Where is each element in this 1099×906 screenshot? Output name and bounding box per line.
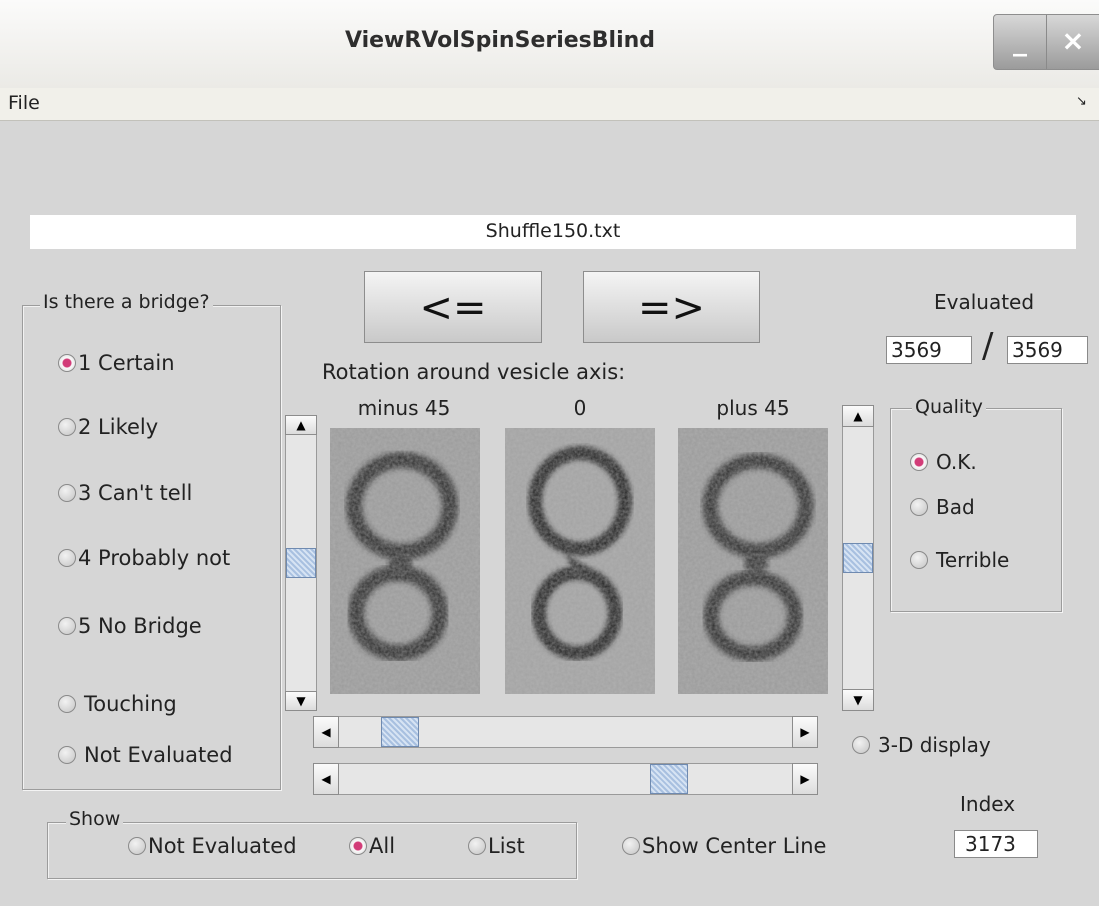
radio-icon [58,418,76,436]
radio-icon [910,551,928,569]
radio-selected-icon [349,837,367,855]
radio-icon [58,695,76,713]
window-controls: _ × [993,14,1099,70]
evaluated-count-field[interactable]: 3569 [886,336,972,364]
show-center-line-toggle[interactable]: Show Center Line [622,834,826,858]
radio-icon [58,617,76,635]
index-field[interactable]: 3173 [954,830,1038,858]
bridge-option-certain[interactable]: 1 Certain [58,351,175,375]
scroll-left-arrow-icon[interactable]: ◀ [313,716,339,748]
bridge-option-cant-tell[interactable]: 3 Can't tell [58,481,192,505]
rotation-caption: Rotation around vesicle axis: [322,360,626,384]
right-scroll-thumb[interactable] [843,543,873,573]
view-label-0: 0 [573,396,587,420]
show-option-all[interactable]: All [349,834,395,858]
quality-option-ok[interactable]: O.K. [910,450,977,474]
radio-icon [128,837,146,855]
bridge-option-no-bridge[interactable]: 5 No Bridge [58,614,202,638]
minimize-button[interactable]: _ [994,15,1047,69]
show-legend: Show [66,808,124,830]
menu-file[interactable]: File [8,92,40,114]
show-option-list[interactable]: List [468,834,525,858]
vesicle-image-minus45 [330,428,480,694]
menu-corner-icon: ↘ [1076,94,1087,109]
index-label: Index [960,792,1016,816]
display-3d-toggle[interactable]: 3-D display [852,733,991,757]
radio-icon [910,498,928,516]
vesicle-image-plus45 [678,428,828,694]
image-minus45 [330,428,480,694]
bridge-legend: Is there a bridge? [40,291,213,313]
evaluated-total-field[interactable]: 3569 [1007,336,1088,364]
horizontal-thumb-bottom[interactable] [650,764,689,794]
scroll-left-arrow-icon[interactable]: ◀ [313,763,339,795]
bridge-option-probably-not[interactable]: 4 Probably not [58,546,230,570]
evaluated-label: Evaluated [934,290,1035,314]
horizontal-thumb-top[interactable] [380,717,419,747]
quality-option-bad[interactable]: Bad [910,495,975,519]
quality-option-terrible[interactable]: Terrible [910,548,1009,572]
view-label-minus45: minus 45 [357,396,451,420]
evaluated-separator: / [982,326,994,366]
horizontal-scrollbar-bottom[interactable] [313,763,818,795]
scroll-right-arrow-icon[interactable]: ▶ [792,763,818,795]
radio-icon [622,837,640,855]
next-button[interactable]: => [583,271,760,343]
scroll-down-arrow-icon[interactable]: ▼ [842,689,874,711]
radio-icon [58,549,76,567]
image-plus45 [678,428,828,694]
left-scroll-thumb[interactable] [286,548,316,578]
scroll-down-arrow-icon[interactable]: ▼ [285,691,317,711]
title-bar: ViewRVolSpinSeriesBlind _ × [0,0,1099,89]
radio-selected-icon [58,354,76,372]
radio-icon [58,484,76,502]
show-option-not-evaluated[interactable]: Not Evaluated [128,834,297,858]
close-button[interactable]: × [1047,15,1099,69]
menu-bar: File ↘ [0,88,1099,121]
vesicle-image-0 [505,428,655,694]
radio-icon [852,736,870,754]
window-title: ViewRVolSpinSeriesBlind [344,28,656,53]
radio-icon [58,746,76,764]
bridge-option-touching[interactable]: Touching [58,692,177,716]
scroll-up-arrow-icon[interactable]: ▲ [842,405,874,427]
previous-button[interactable]: <= [364,271,542,343]
scroll-up-arrow-icon[interactable]: ▲ [285,415,317,435]
radio-selected-icon [910,453,928,471]
image-0 [505,428,655,694]
bridge-option-likely[interactable]: 2 Likely [58,415,158,439]
view-label-plus45: plus 45 [716,396,790,420]
bridge-option-not-evaluated[interactable]: Not Evaluated [58,743,233,767]
scroll-right-arrow-icon[interactable]: ▶ [792,716,818,748]
quality-legend: Quality [912,396,986,418]
radio-icon [468,837,486,855]
filename-display: Shuffle150.txt [30,215,1076,249]
